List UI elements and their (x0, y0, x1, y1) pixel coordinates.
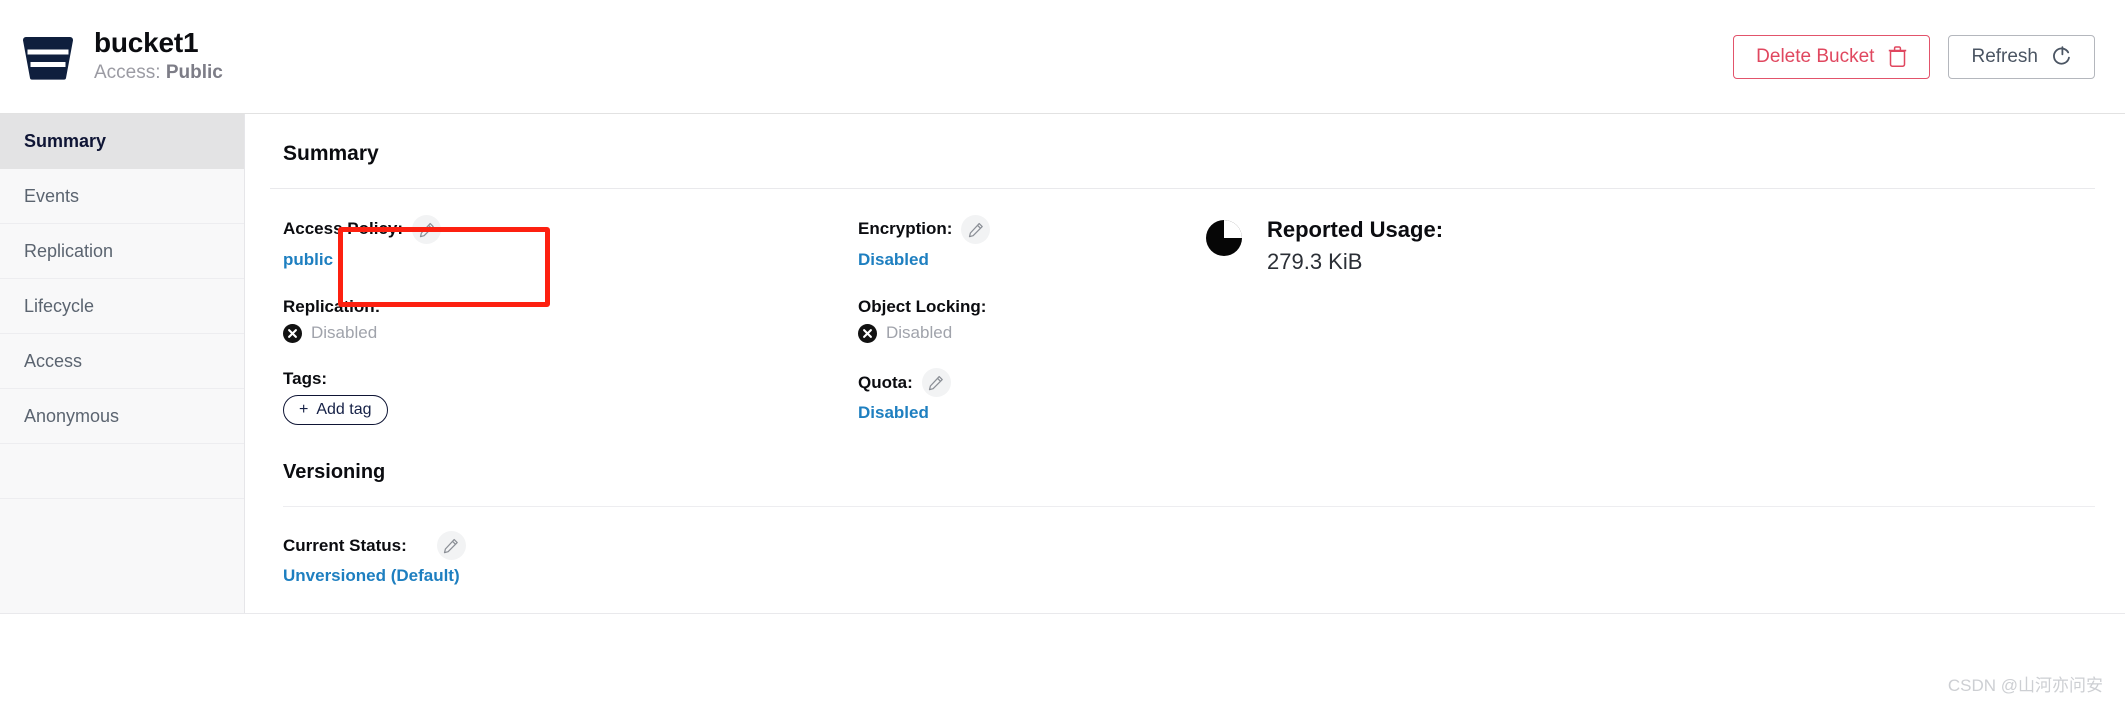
main-content: Summary Access Policy: public Replicatio… (245, 114, 2125, 613)
summary-column-2: Encryption: Disabled Object Locking: Dis… (858, 215, 1203, 425)
bucket-icon (22, 36, 74, 80)
refresh-button[interactable]: Refresh (1948, 34, 2095, 79)
sidebar: Summary Events Replication Lifecycle Acc… (0, 114, 245, 613)
object-locking-value: Disabled (886, 323, 953, 343)
edit-access-policy-button[interactable] (412, 215, 442, 244)
access-label: Access: (94, 62, 161, 83)
pencil-icon (419, 222, 434, 237)
x-circle-icon (858, 323, 877, 343)
plus-icon: + (299, 401, 309, 419)
tags-field: Tags: + Add tag (283, 368, 858, 426)
object-locking-field: Object Locking: Disabled (858, 296, 1203, 343)
sidebar-item-access[interactable]: Access (0, 334, 244, 389)
replication-value: Disabled (311, 323, 378, 343)
versioning-title: Versioning (283, 461, 386, 484)
quota-value[interactable]: Disabled (858, 402, 1203, 424)
sidebar-item-label: Summary (24, 130, 107, 151)
x-circle-icon (283, 323, 302, 343)
encryption-label: Encryption: (858, 219, 953, 239)
reported-usage-field: Reported Usage: 279.3 KiB (1203, 215, 2095, 275)
sidebar-item-summary[interactable]: Summary (0, 114, 244, 169)
tags-label: Tags: (283, 369, 328, 389)
sidebar-item-lifecycle[interactable]: Lifecycle (0, 279, 244, 334)
edit-quota-button[interactable] (921, 368, 951, 398)
sidebar-item-label: Lifecycle (24, 295, 95, 316)
summary-column-3: Reported Usage: 279.3 KiB (1203, 215, 2095, 425)
page-body: Summary Events Replication Lifecycle Acc… (0, 114, 2125, 614)
watermark: CSDN @山河亦问安 (1947, 676, 2103, 695)
current-status-value[interactable]: Unversioned (Default) (283, 565, 2095, 587)
quota-label: Quota: (858, 372, 913, 392)
refresh-icon (2053, 46, 2070, 65)
access-policy-value[interactable]: public (283, 249, 858, 271)
encryption-value[interactable]: Disabled (858, 249, 1203, 271)
replication-field: Replication: Disabled (283, 296, 858, 343)
quota-field: Quota: Disabled (858, 368, 1203, 424)
sidebar-item-events[interactable]: Events (0, 169, 244, 224)
pencil-icon (968, 222, 983, 237)
reported-usage-value: 279.3 KiB (1267, 249, 1363, 274)
pencil-icon (444, 538, 459, 554)
access-value: Public (165, 62, 223, 83)
delete-bucket-button[interactable]: Delete Bucket (1733, 34, 1931, 79)
sidebar-item-label: Access (24, 350, 83, 371)
section-title-summary: Summary (283, 142, 379, 165)
summary-grid: Access Policy: public Replication: Disab… (270, 189, 2095, 426)
sidebar-item-label: Anonymous (24, 405, 120, 426)
refresh-label: Refresh (1971, 45, 2038, 67)
bucket-access-status: Access: Public (94, 62, 223, 85)
sidebar-item-label: Replication (24, 240, 114, 261)
object-locking-label: Object Locking: (858, 297, 987, 317)
pie-chart-icon (1206, 220, 1242, 256)
current-status-field: Current Status: Unversioned (Default) (283, 507, 2095, 587)
access-policy-label: Access Policy: (283, 219, 404, 239)
header-actions: Delete Bucket Refresh (1733, 34, 2095, 79)
sidebar-item-anonymous[interactable]: Anonymous (0, 389, 244, 444)
add-tag-button[interactable]: + Add tag (283, 395, 388, 426)
replication-status: Disabled (283, 323, 858, 343)
edit-versioning-button[interactable] (436, 531, 466, 561)
object-locking-status: Disabled (858, 323, 1203, 343)
current-status-label: Current Status: (283, 535, 407, 555)
versioning-section: Versioning Current Status: Unversioned (… (270, 461, 2095, 587)
reported-usage-label: Reported Usage: (1267, 217, 1444, 242)
add-tag-label: Add tag (316, 401, 372, 419)
page-title: bucket1 (94, 27, 199, 59)
edit-encryption-button[interactable] (961, 215, 991, 244)
bucket-titles: bucket1 Access: Public (94, 27, 223, 85)
sidebar-filler-row (0, 444, 244, 499)
access-policy-field: Access Policy: public (283, 215, 858, 271)
sidebar-item-label: Events (24, 185, 80, 206)
delete-bucket-label: Delete Bucket (1756, 45, 1875, 67)
trash-icon (1889, 46, 1907, 67)
bucket-identity: bucket1 Access: Public (22, 27, 223, 85)
encryption-field: Encryption: Disabled (858, 215, 1203, 271)
summary-column-1: Access Policy: public Replication: Disab… (283, 215, 858, 426)
replication-label: Replication: (283, 297, 381, 317)
pencil-icon (929, 375, 944, 390)
sidebar-item-replication[interactable]: Replication (0, 224, 244, 279)
page-header: bucket1 Access: Public Delete Bucket Ref… (0, 0, 2125, 114)
